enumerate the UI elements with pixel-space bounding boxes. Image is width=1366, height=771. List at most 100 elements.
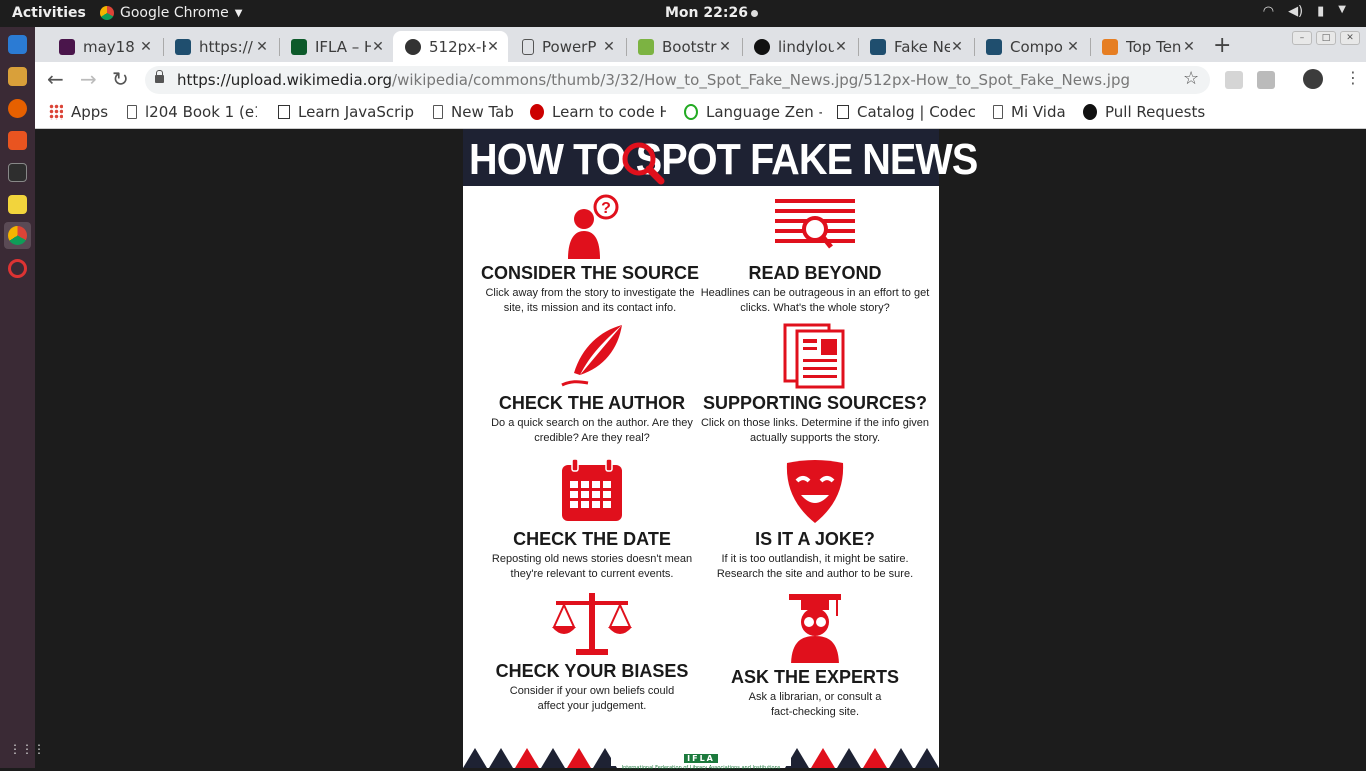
maximize-button[interactable]: □ <box>1316 31 1336 45</box>
lock-icon[interactable] <box>155 70 164 83</box>
tab[interactable]: PowerP ✕ <box>510 31 624 62</box>
app-menu-label: Google Chrome <box>120 5 229 21</box>
bookmark[interactable]: Language Zen - L <box>684 103 822 121</box>
dock: ⋮⋮⋮ <box>0 27 45 768</box>
ifla-footer: IFLA International Federation of Library… <box>611 746 791 771</box>
page-icon <box>433 105 443 119</box>
bookmark[interactable]: New Tab <box>433 103 514 121</box>
tab[interactable]: may18 | ✕ <box>47 31 161 62</box>
documents-icon <box>783 323 845 389</box>
software-center-icon[interactable] <box>8 131 27 150</box>
bookmark-label: Apps <box>71 103 109 121</box>
bookmark-apps[interactable]: Apps <box>49 103 108 121</box>
tip-heading: CHECK THE DATE <box>513 529 671 549</box>
notes-icon[interactable] <box>8 195 27 214</box>
close-icon[interactable]: ✕ <box>255 39 269 55</box>
close-icon[interactable]: ✕ <box>602 39 616 55</box>
close-icon[interactable]: ✕ <box>718 39 732 55</box>
close-window-button[interactable]: ✕ <box>1340 31 1360 45</box>
tab-title: Bootstr <box>662 37 717 56</box>
browser-toolbar: ← → ↻ https://upload.wikimedia.org/wikip… <box>35 62 1366 97</box>
tab-title: https:// <box>199 37 253 56</box>
bookmark[interactable]: Mi Vida <box>993 103 1066 121</box>
volume-icon: ◀) <box>1288 4 1304 19</box>
notification-dot-icon <box>750 9 758 17</box>
forward-icon[interactable]: → <box>80 67 97 91</box>
minimize-button[interactable]: – <box>1292 31 1312 45</box>
extension-icon[interactable] <box>1225 71 1243 89</box>
tab[interactable]: Bootstr ✕ <box>626 31 740 62</box>
files-icon[interactable] <box>8 67 27 86</box>
tab-active[interactable]: 512px-H✕ <box>393 31 508 62</box>
ifla-logo: IFLA <box>684 754 718 763</box>
language-zen-icon <box>684 104 698 120</box>
tab[interactable]: lindylou ✕ <box>742 31 856 62</box>
close-icon[interactable]: ✕ <box>486 39 500 55</box>
star-icon[interactable]: ☆ <box>1183 68 1199 89</box>
tip-heading: SUPPORTING SOURCES? <box>702 393 928 413</box>
app-menu[interactable]: Google Chrome ▼ <box>100 5 242 21</box>
react-icon <box>175 38 191 55</box>
bookmark[interactable]: Learn to code HT <box>530 103 666 121</box>
bookmark-label: Pull Requests <box>1105 103 1206 121</box>
svg-text:?: ? <box>601 200 611 217</box>
tip-text: Do a quick search on the author. Are the… <box>491 417 693 444</box>
bookmark-label: New Tab <box>451 103 514 121</box>
react-icon <box>986 38 1002 55</box>
tab[interactable]: https://✕ <box>163 31 277 62</box>
poster-header: HOW TO SPOT FAKE NEWS <box>463 129 978 186</box>
url-path: /wikipedia/commons/thumb/3/32/How_to_Spo… <box>392 71 1130 89</box>
firefox-icon[interactable] <box>8 99 27 118</box>
close-icon[interactable]: ✕ <box>950 39 964 55</box>
extension-icon[interactable] <box>1257 71 1275 89</box>
tip-heading: CHECK YOUR BIASES <box>495 661 689 681</box>
show-apps-icon[interactable]: ⋮⋮⋮ <box>9 742 45 758</box>
close-icon[interactable]: ✕ <box>1066 39 1080 55</box>
slack-icon <box>59 38 75 55</box>
tab-title: Top Ten <box>1126 37 1182 56</box>
headline-magnifier-icon <box>775 199 855 249</box>
tab[interactable]: Top Ten ✕ <box>1090 31 1204 62</box>
chevron-down-icon: ▼ <box>1338 4 1346 15</box>
url-host: https://upload.wikimedia.org <box>177 71 393 89</box>
tab[interactable]: IFLA – H ✕ <box>279 31 393 62</box>
avatar[interactable] <box>1303 69 1323 89</box>
close-icon[interactable]: ✕ <box>139 39 153 55</box>
tip-heading: READ BEYOND <box>748 263 882 283</box>
ifla-icon <box>291 38 307 55</box>
bookmark[interactable]: Learn JavaScript <box>278 103 414 121</box>
tip-check-date: CHECK THE DATE Reposting old news storie… <box>477 459 707 582</box>
chrome-dock-icon[interactable] <box>4 222 31 249</box>
close-icon[interactable]: ✕ <box>371 39 385 55</box>
address-bar[interactable]: https://upload.wikimedia.org/wikipedia/c… <box>145 66 1210 94</box>
page-icon <box>993 105 1003 119</box>
clock[interactable]: Mon 22:26 <box>665 5 758 21</box>
close-icon[interactable]: ✕ <box>834 39 848 55</box>
recorder-icon[interactable] <box>8 259 27 278</box>
vscode-icon[interactable] <box>8 35 27 54</box>
tab-title: 512px-H <box>429 37 486 56</box>
more-menu-icon[interactable]: ⋮ <box>1345 68 1361 87</box>
tip-heading: CHECK THE AUTHOR <box>498 393 686 413</box>
close-icon[interactable]: ✕ <box>1182 39 1196 55</box>
page-icon <box>522 38 534 55</box>
comedy-mask-icon <box>786 460 844 523</box>
bookmark-label: Learn to code HT <box>552 103 666 121</box>
terminal-icon[interactable] <box>8 163 27 182</box>
tab[interactable]: Compo ✕ <box>974 31 1088 62</box>
tab-title: IFLA – H <box>315 37 371 56</box>
new-tab-button[interactable]: + <box>1213 33 1231 58</box>
w3schools-icon <box>638 38 654 55</box>
bookmark-label: Catalog | Codeca <box>857 103 975 121</box>
system-tray[interactable]: ◠ ◀) ▮ ▼ <box>1263 4 1346 19</box>
bookmark[interactable]: l204 Book 1 (e1i <box>127 103 257 121</box>
activities-button[interactable]: Activities <box>12 5 86 21</box>
site-icon <box>1102 38 1118 55</box>
bookmarks-bar: Apps l204 Book 1 (e1i Learn JavaScript N… <box>35 97 1366 129</box>
bookmark[interactable]: Pull Requests <box>1083 103 1205 121</box>
back-icon[interactable]: ← <box>47 67 64 91</box>
bookmark[interactable]: Catalog | Codeca <box>837 103 975 121</box>
tab[interactable]: Fake Ne ✕ <box>858 31 972 62</box>
tip-check-biases: CHECK YOUR BIASES Consider if your own b… <box>477 591 707 714</box>
reload-icon[interactable]: ↻ <box>112 67 129 91</box>
